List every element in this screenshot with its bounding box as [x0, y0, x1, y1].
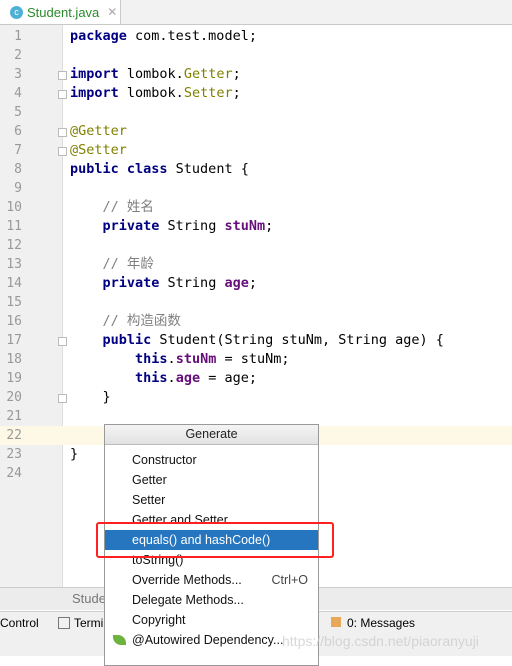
line-number: 10 — [6, 200, 22, 215]
line-number: 24 — [6, 466, 22, 481]
code-text: import lombok.Setter; — [70, 85, 241, 101]
code-line[interactable]: 8 public class Student { — [0, 160, 512, 179]
class-icon: c — [10, 5, 23, 19]
menu-item-label: @Autowired Dependency... — [132, 633, 284, 647]
code-text: this.stuNm = stuNm; — [135, 351, 290, 367]
code-text: } — [70, 389, 111, 405]
line-number: 23 — [6, 447, 22, 462]
line-number: 4 — [14, 86, 22, 101]
code-line[interactable]: 14 private String age; — [0, 274, 512, 293]
line-number: 14 — [6, 276, 22, 291]
code-line[interactable]: 5 — [0, 103, 512, 122]
code-line[interactable]: 18 this.stuNm = stuNm; — [0, 350, 512, 369]
terminal-button[interactable]: Termi — [74, 616, 103, 630]
line-number: 12 — [6, 238, 22, 253]
popup-title: Generate — [105, 425, 318, 445]
tab-student-java[interactable]: c Student.java ✕ — [0, 0, 121, 24]
code-line[interactable]: 19 this.age = age; — [0, 369, 512, 388]
code-text: public Student(String stuNm, String age)… — [102, 332, 444, 348]
code-line[interactable]: 12 — [0, 236, 512, 255]
menu-item-label: Constructor — [132, 453, 197, 467]
menu-item[interactable]: Getter — [105, 470, 318, 490]
line-number: 5 — [14, 105, 22, 120]
line-number: 22 — [6, 428, 22, 443]
code-text: // 年龄 — [102, 256, 154, 272]
menu-item[interactable]: Override Methods... Ctrl+O — [105, 570, 318, 590]
fold-marker-icon[interactable] — [58, 128, 67, 137]
code-text: private String stuNm; — [102, 218, 274, 234]
menu-item[interactable]: Copyright — [105, 610, 318, 630]
menu-item[interactable]: Setter — [105, 490, 318, 510]
code-text: package com.test.model; — [70, 28, 257, 44]
line-number: 21 — [6, 409, 22, 424]
line-number: 16 — [6, 314, 22, 329]
line-number: 2 — [14, 48, 22, 63]
close-icon[interactable]: ✕ — [107, 5, 117, 19]
line-number: 9 — [14, 181, 22, 196]
code-line[interactable]: 4 import lombok.Setter; — [0, 84, 512, 103]
code-text: public class Student { — [70, 161, 249, 177]
fold-marker-icon[interactable] — [58, 337, 67, 346]
fold-marker-icon[interactable] — [58, 147, 67, 156]
menu-item[interactable]: Constructor — [105, 450, 318, 470]
spring-leaf-icon — [113, 635, 126, 645]
code-line[interactable]: 6 @Getter — [0, 122, 512, 141]
terminal-icon — [58, 617, 70, 629]
code-text: @Setter — [70, 142, 127, 158]
code-text: } — [70, 446, 79, 462]
watermark: https://blog.csdn.net/piaoranyuji — [282, 633, 479, 649]
menu-item-label: Delegate Methods... — [132, 593, 244, 607]
line-number: 1 — [14, 29, 22, 44]
line-number: 6 — [14, 124, 22, 139]
code-line[interactable]: 17 public Student(String stuNm, String a… — [0, 331, 512, 350]
code-text: import lombok.Getter; — [70, 66, 241, 82]
code-line[interactable]: 11 private String stuNm; — [0, 217, 512, 236]
code-line[interactable]: 9 — [0, 179, 512, 198]
code-line[interactable]: 7 @Setter — [0, 141, 512, 160]
version-control-button[interactable]: Control — [0, 616, 39, 630]
shortcut: Ctrl+O — [271, 573, 308, 587]
code-text: // 构造函数 — [102, 313, 181, 329]
code-text: private String age; — [102, 275, 257, 291]
editor-tab-bar: c Student.java ✕ — [0, 0, 512, 25]
file-tab-label[interactable]: Stude — [72, 591, 106, 606]
code-text: this.age = age; — [135, 370, 257, 386]
messages-button[interactable]: 0: Messages — [347, 616, 415, 630]
code-line[interactable]: 16 // 构造函数 — [0, 312, 512, 331]
line-number: 17 — [6, 333, 22, 348]
code-line[interactable]: 13 // 年龄 — [0, 255, 512, 274]
code-text: @Getter — [70, 123, 127, 139]
code-line[interactable]: 1 package com.test.model; — [0, 27, 512, 46]
line-number: 18 — [6, 352, 22, 367]
line-number: 8 — [14, 162, 22, 177]
code-line[interactable]: 20 } — [0, 388, 512, 407]
menu-item[interactable]: Delegate Methods... — [105, 590, 318, 610]
menu-item-label: Override Methods... — [132, 573, 242, 587]
line-number: 13 — [6, 257, 22, 272]
menu-item-label: Copyright — [132, 613, 186, 627]
line-number: 20 — [6, 390, 22, 405]
messages-icon — [331, 617, 341, 627]
line-number: 7 — [14, 143, 22, 158]
line-number: 11 — [6, 219, 22, 234]
tab-title: Student.java — [27, 4, 100, 20]
code-line[interactable]: 2 — [0, 46, 512, 65]
fold-marker-icon[interactable] — [58, 71, 67, 80]
code-text: // 姓名 — [102, 199, 154, 215]
code-line[interactable]: 10 // 姓名 — [0, 198, 512, 217]
line-number: 19 — [6, 371, 22, 386]
line-number: 3 — [14, 67, 22, 82]
fold-marker-icon[interactable] — [58, 90, 67, 99]
highlight-box — [96, 522, 334, 558]
fold-marker-icon[interactable] — [58, 394, 67, 403]
code-line[interactable]: 3 import lombok.Getter; — [0, 65, 512, 84]
menu-item-label: Getter — [132, 473, 167, 487]
line-number: 15 — [6, 295, 22, 310]
code-line[interactable]: 15 — [0, 293, 512, 312]
menu-item-label: Setter — [132, 493, 166, 507]
